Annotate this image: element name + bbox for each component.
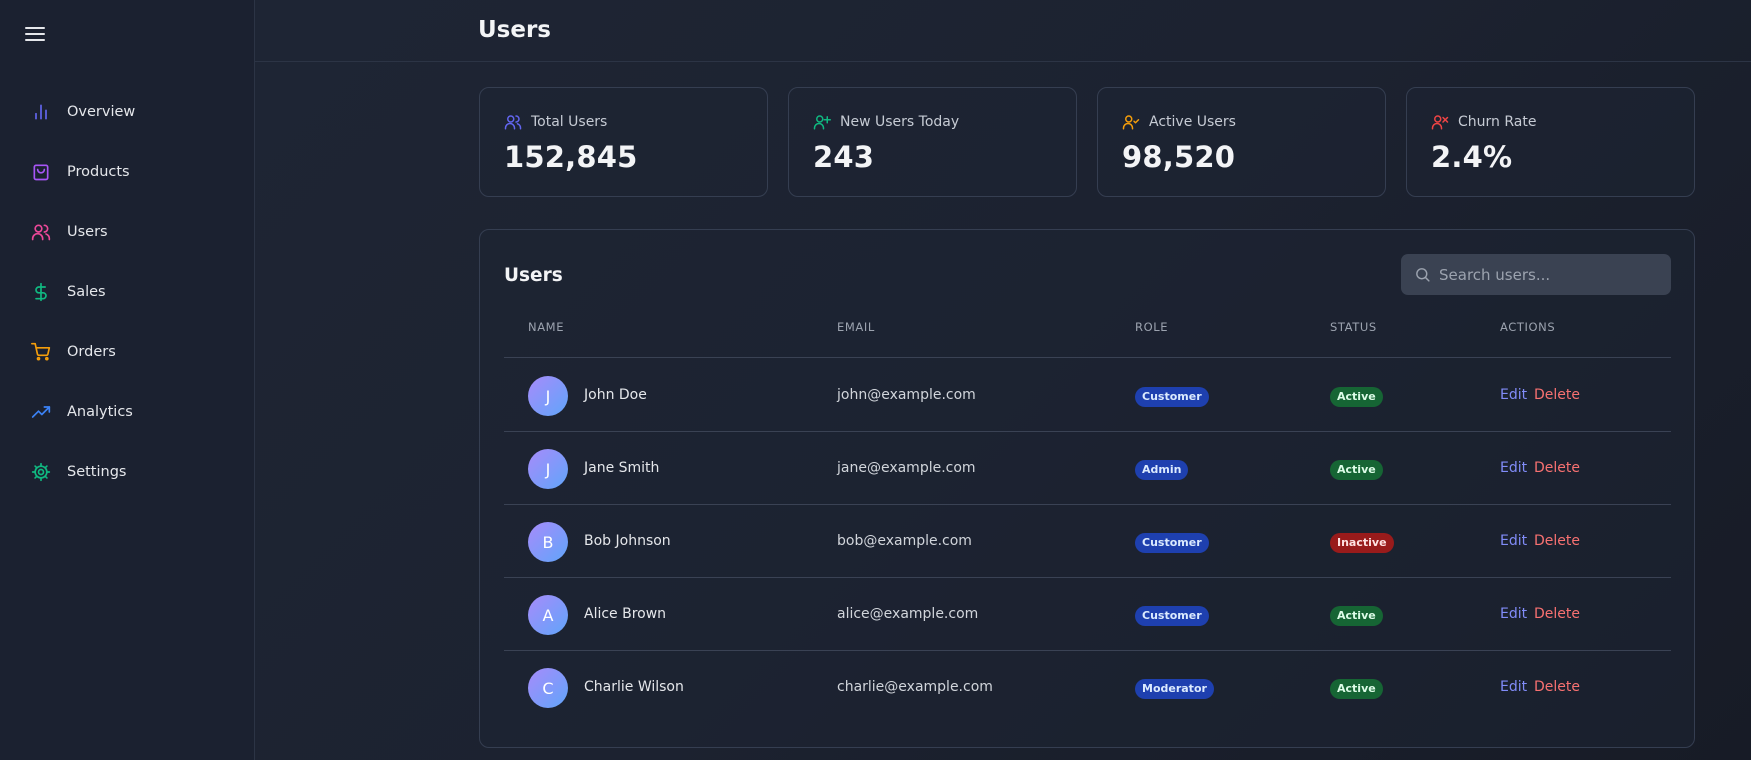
search-input[interactable] <box>1439 254 1664 295</box>
sidebar-item-overview[interactable]: Overview <box>0 82 254 142</box>
table-title: Users <box>504 265 563 286</box>
sidebar-item-label: Overview <box>67 104 136 120</box>
edit-link[interactable]: Edit <box>1500 460 1527 476</box>
avatar: B <box>528 522 568 562</box>
menu-toggle-icon[interactable] <box>25 25 47 43</box>
shopping-bag-icon <box>31 162 51 182</box>
user-plus-icon <box>813 113 831 131</box>
user-email: alice@example.com <box>837 606 979 622</box>
status-badge: Active <box>1330 460 1383 480</box>
sidebar-item-label: Orders <box>67 344 116 360</box>
delete-link[interactable]: Delete <box>1534 606 1580 622</box>
avatar: J <box>528 376 568 416</box>
stat-value: 243 <box>813 140 875 174</box>
stat-value: 152,845 <box>504 140 638 174</box>
user-name: Jane Smith <box>584 460 660 476</box>
users-table-panel: Users NAME EMAIL ROLE STATUS ACTIONS J J… <box>479 229 1695 748</box>
stat-label: New Users Today <box>840 114 960 130</box>
table-body: J John Doe john@example.com Customer Act… <box>504 359 1671 724</box>
dollar-sign-icon <box>31 282 51 302</box>
user-email: charlie@example.com <box>837 679 993 695</box>
sidebar-item-products[interactable]: Products <box>0 142 254 202</box>
stat-label: Active Users <box>1149 114 1236 130</box>
sidebar-item-label: Analytics <box>67 404 133 420</box>
user-name: Charlie Wilson <box>584 679 684 695</box>
column-header-role: ROLE <box>1135 320 1169 334</box>
table-row: B Bob Johnson bob@example.com Customer I… <box>504 505 1671 578</box>
user-name: Alice Brown <box>584 606 667 622</box>
status-badge: Active <box>1330 387 1383 407</box>
edit-link[interactable]: Edit <box>1500 606 1527 622</box>
sidebar-item-label: Sales <box>67 284 106 300</box>
column-header-actions: ACTIONS <box>1500 320 1556 334</box>
user-email: jane@example.com <box>837 460 976 476</box>
stat-card-active-users: Active Users 98,520 <box>1097 87 1386 197</box>
avatar: A <box>528 595 568 635</box>
sidebar-item-users[interactable]: Users <box>0 202 254 262</box>
table-header: NAME EMAIL ROLE STATUS ACTIONS <box>504 320 1671 358</box>
stat-label: Churn Rate <box>1458 114 1537 130</box>
sidebar-item-label: Users <box>67 224 108 240</box>
search-box[interactable] <box>1401 254 1671 295</box>
stat-card-churn-rate: Churn Rate 2.4% <box>1406 87 1695 197</box>
users-icon <box>31 222 51 242</box>
edit-link[interactable]: Edit <box>1500 387 1527 403</box>
shopping-cart-icon <box>31 342 51 362</box>
sidebar: Overview Products Users Sales Orders Ana… <box>0 0 255 760</box>
stat-value: 2.4% <box>1431 140 1513 174</box>
column-header-email: EMAIL <box>837 320 875 334</box>
sidebar-item-analytics[interactable]: Analytics <box>0 382 254 442</box>
search-icon <box>1414 266 1431 283</box>
delete-link[interactable]: Delete <box>1534 387 1580 403</box>
sidebar-item-label: Settings <box>67 464 127 480</box>
page-title: Users <box>478 17 551 43</box>
table-row: J Jane Smith jane@example.com Admin Acti… <box>504 432 1671 505</box>
gear-icon <box>31 462 51 482</box>
users-icon <box>504 113 522 131</box>
status-badge: Inactive <box>1330 533 1394 553</box>
edit-link[interactable]: Edit <box>1500 679 1527 695</box>
column-header-name: NAME <box>528 320 565 334</box>
table-row: C Charlie Wilson charlie@example.com Mod… <box>504 651 1671 724</box>
edit-link[interactable]: Edit <box>1500 533 1527 549</box>
column-header-status: STATUS <box>1330 320 1377 334</box>
role-badge: Customer <box>1135 387 1209 407</box>
status-badge: Active <box>1330 606 1383 626</box>
user-name: Bob Johnson <box>584 533 671 549</box>
role-badge: Customer <box>1135 533 1209 553</box>
stat-label: Total Users <box>531 114 608 130</box>
avatar: C <box>528 668 568 708</box>
role-badge: Customer <box>1135 606 1209 626</box>
user-check-icon <box>1122 113 1140 131</box>
sidebar-nav: Overview Products Users Sales Orders Ana… <box>0 82 254 502</box>
stat-card-new-users-today: New Users Today 243 <box>788 87 1077 197</box>
sidebar-item-settings[interactable]: Settings <box>0 442 254 502</box>
user-name: John Doe <box>584 387 647 403</box>
user-email: bob@example.com <box>837 533 972 549</box>
delete-link[interactable]: Delete <box>1534 533 1580 549</box>
role-badge: Admin <box>1135 460 1189 480</box>
delete-link[interactable]: Delete <box>1534 679 1580 695</box>
stat-card-total-users: Total Users 152,845 <box>479 87 768 197</box>
user-x-icon <box>1431 113 1449 131</box>
status-badge: Active <box>1330 679 1383 699</box>
table-row: J John Doe john@example.com Customer Act… <box>504 359 1671 432</box>
sidebar-item-label: Products <box>67 164 130 180</box>
sidebar-item-orders[interactable]: Orders <box>0 322 254 382</box>
stat-value: 98,520 <box>1122 140 1236 174</box>
trending-up-icon <box>31 402 51 422</box>
table-row: A Alice Brown alice@example.com Customer… <box>504 578 1671 651</box>
avatar: J <box>528 449 568 489</box>
sidebar-item-sales[interactable]: Sales <box>0 262 254 322</box>
user-email: john@example.com <box>837 387 976 403</box>
bar-chart-icon <box>31 102 51 122</box>
role-badge: Moderator <box>1135 679 1214 699</box>
top-bar: Users <box>255 0 1751 62</box>
delete-link[interactable]: Delete <box>1534 460 1580 476</box>
